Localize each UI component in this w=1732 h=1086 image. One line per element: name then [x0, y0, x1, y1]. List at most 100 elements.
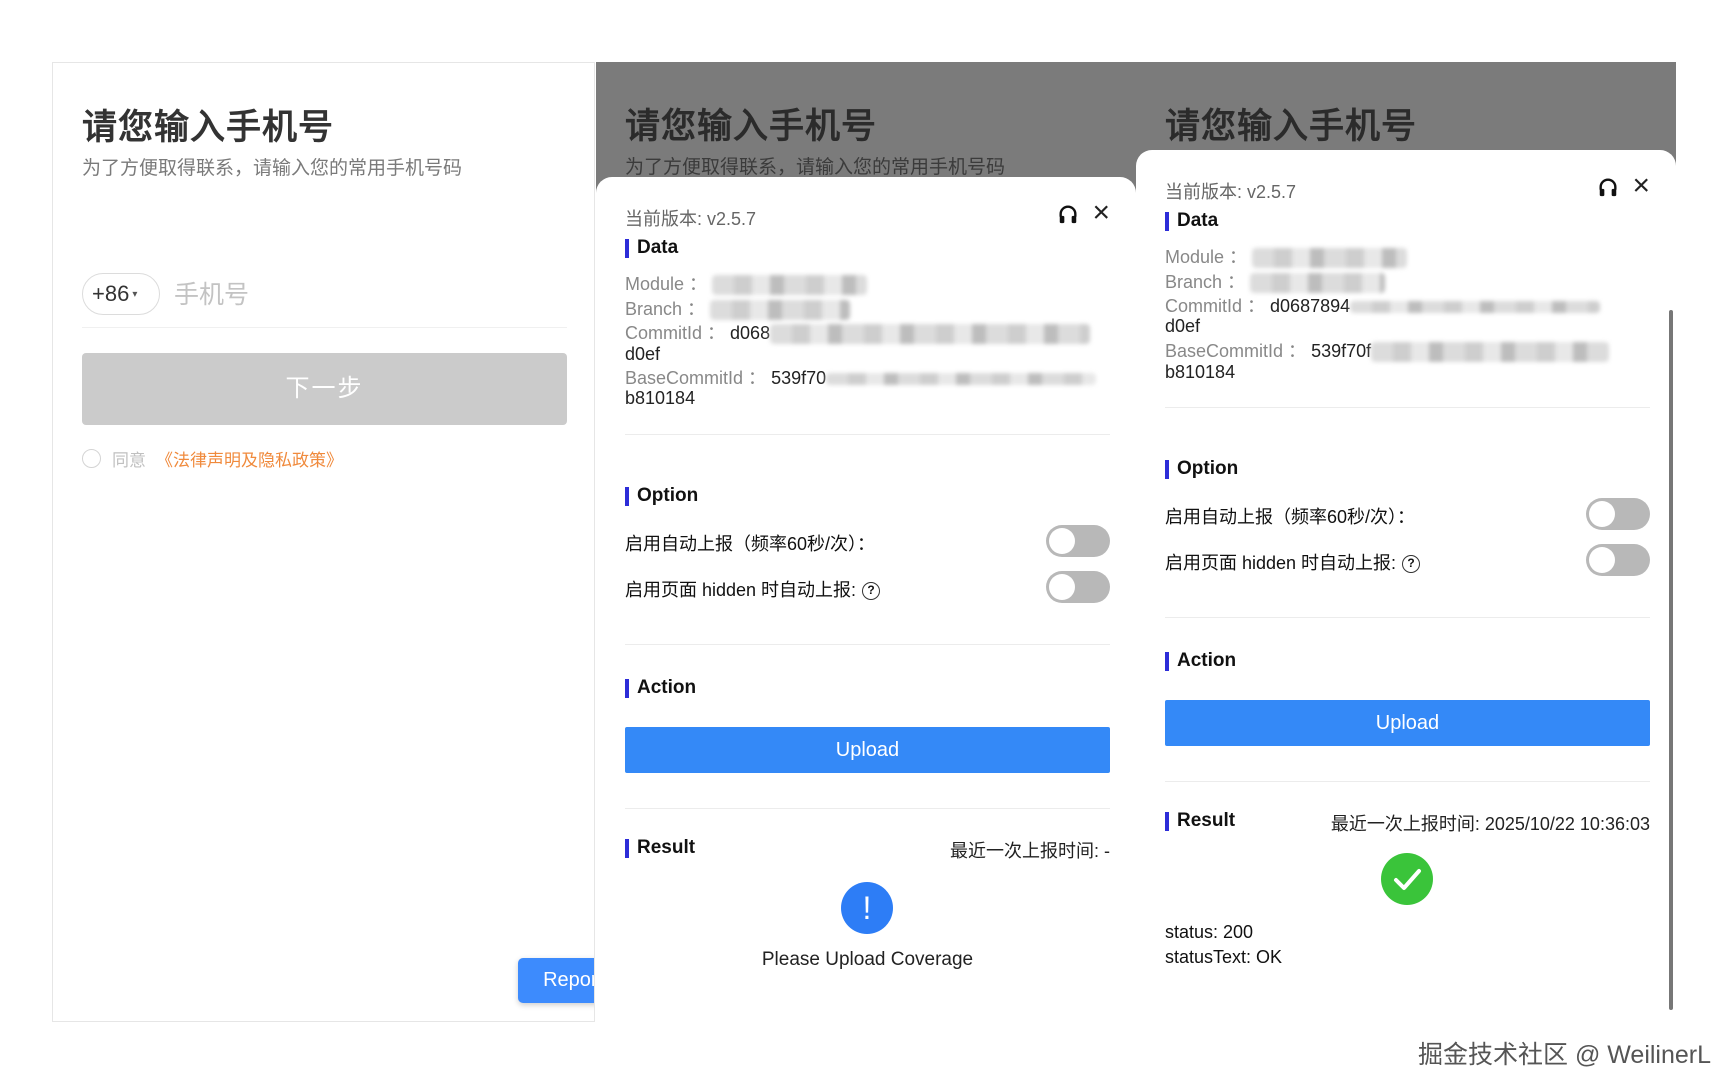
base-commit-label: BaseCommitId ： — [1165, 341, 1307, 361]
base-commit-tail: b810184 — [625, 388, 696, 408]
module-value-blurred — [712, 275, 868, 296]
branch-label: Branch ： — [1165, 272, 1246, 292]
commit-value-blurred — [770, 324, 1091, 345]
commit-tail: d0ef — [1165, 316, 1201, 336]
page-title-dimmed: 请您输入手机号 — [1165, 107, 1418, 146]
divider — [1165, 781, 1650, 782]
commit-value-blurred — [1350, 301, 1601, 314]
scrollbar[interactable] — [1669, 310, 1673, 1010]
hidden-report-toggle[interactable] — [1046, 571, 1110, 603]
commit-value: d068 — [730, 323, 771, 343]
base-commit-row: BaseCommitId ： 539f70f b810184 — [1165, 341, 1650, 382]
base-commit-tail: b810184 — [1165, 362, 1236, 383]
hidden-report-row: 启用页面 hidden 时自动上报:? — [625, 576, 881, 602]
action-section-title: Action — [625, 677, 696, 699]
hidden-report-label: 启用页面 hidden 时自动上报: — [625, 580, 857, 600]
commit-value: d0687894 — [1270, 296, 1351, 316]
base-commit-row: BaseCommitId ： 539f70 b810184 — [625, 368, 1110, 408]
country-code-value: +86 — [92, 281, 130, 306]
toggle-knob — [1589, 501, 1615, 527]
divider — [1165, 617, 1650, 618]
toggle-knob — [1049, 528, 1075, 554]
base-commit-value: 539f70f — [1311, 341, 1372, 361]
page-subtitle: 为了方便取得联系，请输入您的常用手机号码 — [82, 158, 463, 179]
version-label: 当前版本: v2.5.7 — [1165, 182, 1297, 202]
next-button[interactable]: 下一步 — [82, 353, 567, 425]
commit-row: CommitId ： d068 d0ef — [625, 323, 1110, 364]
watermark: 掘金技术社区 @ WeilinerL — [1418, 1041, 1712, 1069]
country-code-select[interactable]: +86 ▾ — [82, 273, 160, 315]
headset-icon[interactable] — [1597, 176, 1619, 198]
module-row: Module ： — [1165, 247, 1650, 269]
data-section-title: Data — [1165, 210, 1218, 232]
policy-link[interactable]: 《法律声明及隐私政策》 — [156, 451, 343, 470]
commit-label: CommitId ： — [625, 323, 726, 343]
divider — [625, 808, 1110, 809]
branch-value-blurred — [1250, 273, 1386, 294]
branch-label: Branch ： — [625, 299, 706, 319]
warning-icon: ! — [841, 882, 893, 934]
option-section-title: Option — [625, 485, 698, 507]
base-commit-value: 539f70 — [771, 368, 827, 388]
commit-tail: d0ef — [625, 344, 661, 365]
hidden-report-toggle[interactable] — [1586, 544, 1650, 576]
module-label: Module ： — [1165, 247, 1248, 267]
data-section-title: Data — [625, 237, 678, 259]
page-subtitle-dimmed: 为了方便取得联系，请输入您的常用手机号码 — [625, 157, 1006, 178]
status-code: status: 200 — [1165, 922, 1254, 942]
result-section-title: Result — [625, 837, 695, 859]
base-commit-blurred — [826, 373, 1097, 386]
action-section-title: Action — [1165, 650, 1236, 672]
auto-report-toggle[interactable] — [1046, 525, 1110, 557]
last-report-time: 最近一次上报时间: - — [950, 841, 1110, 861]
close-icon[interactable]: × — [1632, 171, 1650, 201]
hidden-report-label: 启用页面 hidden 时自动上报: — [1165, 553, 1397, 573]
last-report-time: 最近一次上报时间: 2025/10/22 10:36:03 — [1330, 814, 1650, 834]
divider — [1165, 407, 1650, 408]
auto-report-label: 启用自动上报（频率60秒/次）： — [1165, 507, 1416, 527]
module-value-blurred — [1252, 248, 1408, 269]
upload-button[interactable]: Upload — [625, 727, 1110, 773]
caret-down-icon: ▾ — [132, 289, 138, 301]
help-icon[interactable]: ? — [862, 582, 881, 601]
phone-input[interactable] — [174, 276, 554, 314]
reporter-panel-after: 请您输入手机号 当前版本: v2.5.7 × Data Module ： Bra… — [1136, 62, 1676, 1022]
base-commit-blurred — [1371, 342, 1610, 363]
reporter-drawer: 当前版本: v2.5.7 × Data Module ： Branch ： Co… — [1136, 150, 1676, 1022]
page-title-dimmed: 请您输入手机号 — [625, 107, 878, 146]
commit-label: CommitId ： — [1165, 296, 1266, 316]
help-icon[interactable]: ? — [1402, 555, 1421, 574]
status-text: statusText: OK — [1165, 947, 1283, 967]
reporter-panel-before: 请您输入手机号 为了方便取得联系，请输入您的常用手机号码 当前版本: v2.5.… — [596, 62, 1136, 1022]
reporter-drawer: 当前版本: v2.5.7 × Data Module ： Branch ： Co… — [596, 177, 1136, 1022]
page-title: 请您输入手机号 — [82, 108, 335, 147]
base-commit-label: BaseCommitId ： — [625, 368, 767, 388]
agreement-row: 同意 《法律声明及隐私政策》 — [82, 446, 343, 471]
reporter-button[interactable]: Reporter — [518, 958, 594, 1003]
close-icon[interactable]: × — [1092, 198, 1110, 228]
result-section-title: Result — [1165, 810, 1235, 832]
auto-report-label: 启用自动上报（频率60秒/次）： — [625, 534, 876, 554]
hidden-report-row: 启用页面 hidden 时自动上报:? — [1165, 549, 1421, 575]
headset-icon[interactable] — [1057, 203, 1079, 225]
branch-row: Branch ： — [1165, 272, 1650, 294]
branch-row: Branch ： — [625, 299, 1110, 321]
module-label: Module ： — [625, 274, 708, 294]
login-panel: 请您输入手机号 为了方便取得联系，请输入您的常用手机号码 +86▾ 下一步 同意… — [52, 62, 595, 1022]
divider — [625, 434, 1110, 435]
toggle-knob — [1589, 547, 1615, 573]
module-row: Module ： — [625, 274, 1110, 296]
phone-row: +86 ▾ — [82, 268, 567, 328]
result-message: Please Upload Coverage — [761, 949, 974, 970]
divider — [625, 644, 1110, 645]
branch-value-blurred — [710, 300, 851, 321]
commit-row: CommitId ： d0687894 d0ef — [1165, 296, 1650, 336]
option-section-title: Option — [1165, 458, 1238, 480]
toggle-knob — [1049, 574, 1075, 600]
auto-report-toggle[interactable] — [1586, 498, 1650, 530]
agree-radio[interactable] — [82, 449, 101, 468]
agree-label: 同意 — [112, 451, 146, 470]
check-icon — [1381, 853, 1433, 905]
upload-button[interactable]: Upload — [1165, 700, 1650, 746]
version-label: 当前版本: v2.5.7 — [625, 209, 757, 229]
